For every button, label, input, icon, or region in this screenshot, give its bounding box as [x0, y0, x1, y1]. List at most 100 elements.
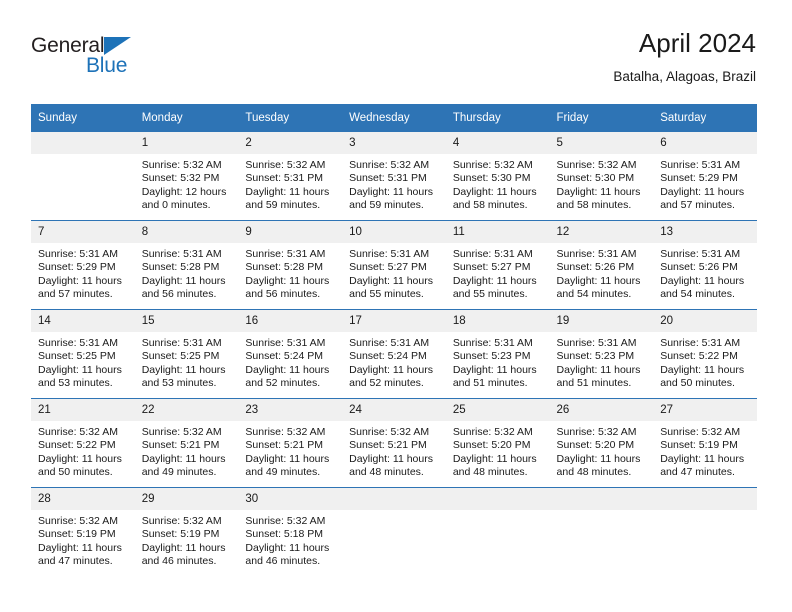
- calendar-day-cell[interactable]: 15 Sunrise: 5:31 AM Sunset: 5:25 PM Dayligh…: [134, 309, 239, 399]
- day-number: 18: [445, 310, 550, 332]
- daylight-text-line2: and 49 minutes.: [245, 465, 321, 478]
- day-details: Sunrise: 5:31 AM Sunset: 5:25 PM Daylight:…: [135, 332, 239, 390]
- day-number: 6: [653, 132, 757, 154]
- daylight-text-line1: Daylight: 11 hours: [660, 185, 745, 198]
- calendar-day-cell[interactable]: 30 Sunrise: 5:32 AM Sunset: 5:18 PM Dayligh…: [238, 487, 343, 576]
- calendar-day-cell[interactable]: 16 Sunrise: 5:31 AM Sunset: 5:24 PM Dayligh…: [238, 309, 343, 399]
- day-number: 1: [134, 132, 239, 154]
- day-number: 3: [342, 132, 446, 154]
- calendar-day-cell[interactable]: 20 Sunrise: 5:31 AM Sunset: 5:22 PM Dayligh…: [653, 309, 757, 399]
- day-number: 13: [653, 221, 757, 243]
- logo-text-blue: Blue: [86, 54, 128, 77]
- day-details: Sunrise: 5:31 AM Sunset: 5:23 PM Daylight:…: [446, 332, 550, 390]
- daylight-text-line1: Daylight: 11 hours: [556, 274, 641, 287]
- day-details: Sunrise: 5:31 AM Sunset: 5:24 PM Daylight:…: [342, 332, 446, 390]
- calendar-day-cell[interactable]: 13 Sunrise: 5:31 AM Sunset: 5:26 PM Dayligh…: [653, 220, 757, 310]
- calendar-day-cell[interactable]: 11 Sunrise: 5:31 AM Sunset: 5:27 PM Dayligh…: [445, 220, 550, 310]
- daylight-text-line2: and 46 minutes.: [141, 554, 217, 567]
- daylight-text-line1: Daylight: 11 hours: [452, 274, 537, 287]
- day-cell-inner: 13 Sunrise: 5:31 AM Sunset: 5:26 PM Dayligh…: [653, 221, 757, 309]
- sunrise-text: Sunrise: 5:32 AM: [556, 426, 637, 438]
- weekday-header-friday: Friday: [549, 104, 654, 132]
- sunrise-text: Sunrise: 5:32 AM: [660, 426, 741, 438]
- daylight-text-line2: and 53 minutes.: [38, 376, 113, 389]
- sunset-text: Sunset: 5:22 PM: [660, 350, 738, 363]
- daylight-text-line2: and 55 minutes.: [349, 287, 424, 300]
- day-number: 23: [238, 399, 343, 421]
- calendar-day-cell[interactable]: 27 Sunrise: 5:32 AM Sunset: 5:19 PM Dayligh…: [653, 398, 757, 488]
- page-subtitle: Batalha, Alagoas, Brazil: [613, 69, 756, 84]
- day-cell-inner: 11 Sunrise: 5:31 AM Sunset: 5:27 PM Dayligh…: [445, 221, 550, 309]
- calendar-day-cell[interactable]: 10 Sunrise: 5:31 AM Sunset: 5:27 PM Dayligh…: [342, 220, 446, 310]
- calendar-day-cell[interactable]: 19 Sunrise: 5:31 AM Sunset: 5:23 PM Dayligh…: [549, 309, 654, 399]
- daylight-text-line2: and 58 minutes.: [556, 198, 632, 211]
- sunset-text: Sunset: 5:18 PM: [245, 528, 324, 541]
- sunrise-text: Sunrise: 5:31 AM: [38, 248, 118, 260]
- sunset-text: Sunset: 5:19 PM: [141, 528, 220, 541]
- day-cell-inner: 12 Sunrise: 5:31 AM Sunset: 5:26 PM Dayligh…: [549, 221, 654, 309]
- day-details: Sunrise: 5:31 AM Sunset: 5:26 PM Daylight:…: [653, 243, 757, 301]
- sunrise-text: Sunrise: 5:31 AM: [245, 248, 326, 260]
- daylight-text-line2: and 46 minutes.: [245, 554, 321, 567]
- calendar-day-cell[interactable]: 18 Sunrise: 5:31 AM Sunset: 5:23 PM Dayligh…: [445, 309, 550, 399]
- calendar-day-cell[interactable]: 7 Sunrise: 5:31 AM Sunset: 5:29 PM Daylight…: [31, 220, 135, 310]
- calendar-day-cell[interactable]: 9 Sunrise: 5:31 AM Sunset: 5:28 PM Daylight…: [238, 220, 343, 310]
- calendar-day-cell[interactable]: 5 Sunrise: 5:32 AM Sunset: 5:30 PM Daylight…: [549, 132, 654, 221]
- calendar-day-cell[interactable]: 29 Sunrise: 5:32 AM Sunset: 5:19 PM Dayligh…: [134, 487, 239, 576]
- sunset-text: Sunset: 5:29 PM: [38, 261, 116, 274]
- sunset-text: Sunset: 5:21 PM: [141, 439, 220, 452]
- daylight-text-line2: and 52 minutes.: [245, 376, 321, 389]
- sunrise-text: Sunrise: 5:31 AM: [660, 337, 741, 349]
- daylight-text-line1: Daylight: 11 hours: [556, 185, 641, 198]
- calendar-day-cell[interactable]: 6 Sunrise: 5:31 AM Sunset: 5:29 PM Daylight…: [653, 132, 757, 221]
- calendar-day-cell[interactable]: 12 Sunrise: 5:31 AM Sunset: 5:26 PM Dayligh…: [549, 220, 654, 310]
- calendar-empty-cell: [549, 487, 654, 576]
- calendar-day-cell[interactable]: 23 Sunrise: 5:32 AM Sunset: 5:21 PM Dayligh…: [238, 398, 343, 488]
- calendar-empty-cell: [31, 132, 135, 221]
- calendar-week-row: 28 Sunrise: 5:32 AM Sunset: 5:19 PM Dayligh…: [31, 487, 757, 576]
- daylight-text-line1: Daylight: 11 hours: [452, 452, 537, 465]
- day-number: 29: [134, 488, 239, 510]
- calendar-day-cell[interactable]: 4 Sunrise: 5:32 AM Sunset: 5:30 PM Daylight…: [445, 132, 550, 221]
- sunrise-text: Sunrise: 5:32 AM: [141, 159, 222, 171]
- calendar-day-cell[interactable]: 21 Sunrise: 5:32 AM Sunset: 5:22 PM Dayligh…: [31, 398, 135, 488]
- calendar-header-row: Sunday Monday Tuesday Wednesday Thursday…: [31, 104, 757, 132]
- daylight-text-line2: and 50 minutes.: [660, 376, 735, 389]
- day-details: Sunrise: 5:31 AM Sunset: 5:25 PM Daylight:…: [31, 332, 135, 390]
- calendar-day-cell[interactable]: 1 Sunrise: 5:32 AM Sunset: 5:32 PM Daylight…: [134, 132, 239, 221]
- day-cell-inner: 1 Sunrise: 5:32 AM Sunset: 5:32 PM Daylight…: [134, 132, 239, 220]
- calendar-day-cell[interactable]: 28 Sunrise: 5:32 AM Sunset: 5:19 PM Dayligh…: [31, 487, 135, 576]
- calendar-day-cell[interactable]: 3 Sunrise: 5:32 AM Sunset: 5:31 PM Daylight…: [342, 132, 446, 221]
- sunset-text: Sunset: 5:27 PM: [349, 261, 427, 274]
- sunset-text: Sunset: 5:19 PM: [38, 528, 116, 541]
- sunrise-text: Sunrise: 5:31 AM: [245, 337, 326, 349]
- calendar-day-cell[interactable]: 26 Sunrise: 5:32 AM Sunset: 5:20 PM Dayligh…: [549, 398, 654, 488]
- calendar-day-cell[interactable]: 24 Sunrise: 5:32 AM Sunset: 5:21 PM Dayligh…: [342, 398, 446, 488]
- day-details: Sunrise: 5:32 AM Sunset: 5:31 PM Daylight:…: [342, 154, 446, 212]
- day-cell-inner: 22 Sunrise: 5:32 AM Sunset: 5:21 PM Dayligh…: [134, 399, 239, 487]
- calendar-day-cell[interactable]: 25 Sunrise: 5:32 AM Sunset: 5:20 PM Dayligh…: [445, 398, 550, 488]
- calendar-table: Sunday Monday Tuesday Wednesday Thursday…: [31, 104, 757, 576]
- calendar-day-cell[interactable]: 22 Sunrise: 5:32 AM Sunset: 5:21 PM Dayligh…: [134, 398, 239, 488]
- day-cell-inner: 3 Sunrise: 5:32 AM Sunset: 5:31 PM Daylight…: [342, 132, 446, 220]
- day-number: 10: [342, 221, 446, 243]
- calendar-day-cell[interactable]: 14 Sunrise: 5:31 AM Sunset: 5:25 PM Dayligh…: [31, 309, 135, 399]
- day-number: 30: [238, 488, 343, 510]
- daylight-text-line2: and 50 minutes.: [38, 465, 113, 478]
- sunset-text: Sunset: 5:20 PM: [556, 439, 635, 452]
- daylight-text-line2: and 57 minutes.: [660, 198, 735, 211]
- daylight-text-line1: Daylight: 12 hours: [141, 185, 227, 198]
- sunrise-text: Sunrise: 5:31 AM: [660, 248, 741, 260]
- weekday-header-monday: Monday: [134, 104, 239, 132]
- calendar-day-cell[interactable]: 17 Sunrise: 5:31 AM Sunset: 5:24 PM Dayligh…: [342, 309, 446, 399]
- daylight-text-line2: and 48 minutes.: [452, 465, 528, 478]
- calendar-day-cell[interactable]: 8 Sunrise: 5:31 AM Sunset: 5:28 PM Daylight…: [134, 220, 239, 310]
- weekday-header-wednesday: Wednesday: [342, 104, 446, 132]
- day-cell-inner: 25 Sunrise: 5:32 AM Sunset: 5:20 PM Dayligh…: [445, 399, 550, 487]
- day-details: Sunrise: 5:32 AM Sunset: 5:19 PM Daylight:…: [135, 510, 239, 568]
- daylight-text-line1: Daylight: 11 hours: [141, 363, 226, 376]
- calendar-day-cell[interactable]: 2 Sunrise: 5:32 AM Sunset: 5:31 PM Daylight…: [238, 132, 343, 221]
- sunrise-text: Sunrise: 5:32 AM: [349, 426, 430, 438]
- daylight-text-line2: and 59 minutes.: [245, 198, 321, 211]
- calendar-empty-cell: [342, 487, 446, 576]
